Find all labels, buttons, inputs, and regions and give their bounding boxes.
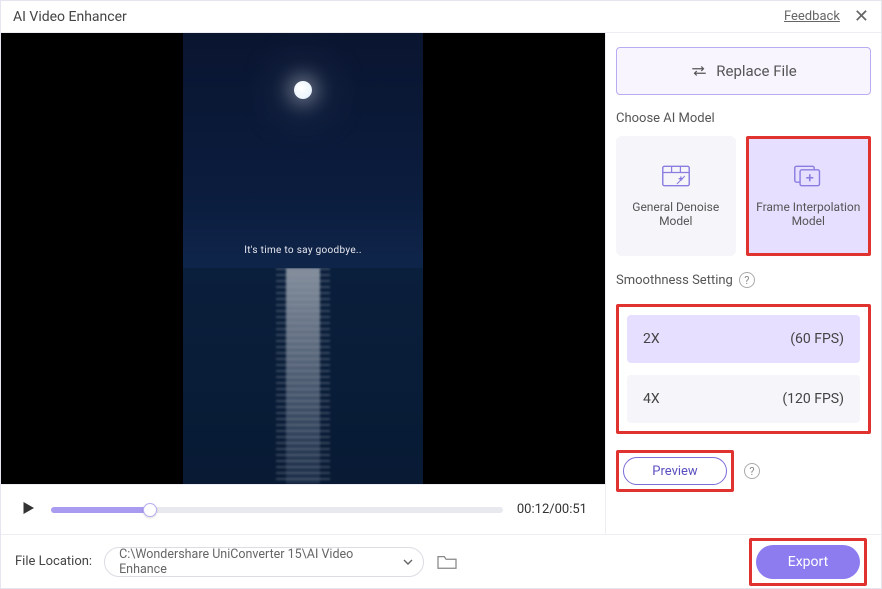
moon-graphic [294,81,312,99]
fps-value: (120 FPS) [782,391,844,407]
preview-highlight: Preview [616,450,734,492]
smoothness-options: 2X (60 FPS) 4X (120 FPS) [616,304,871,434]
playback-controls: 00:12/00:51 [1,484,605,534]
progress-slider[interactable] [51,507,503,513]
model-label: General Denoise Model [622,200,730,228]
replace-file-label: Replace File [716,62,797,80]
video-preview[interactable]: It's time to say goodbye.. [1,33,605,484]
export-button[interactable]: Export [756,545,860,579]
folder-icon [436,553,458,571]
close-icon[interactable]: ✕ [854,8,869,26]
titlebar: AI Video Enhancer Feedback ✕ [1,1,881,33]
model-label: Frame Interpolation Model [755,200,863,228]
main-area: It's time to say goodbye.. 00:12/00:51 [1,33,881,534]
chevron-down-icon [403,557,413,567]
browse-folder-button[interactable] [436,553,458,571]
interpolation-icon [793,164,823,188]
footer: File Location: C:\Wondershare UniConvert… [1,534,881,588]
right-panel: Replace File Choose AI Model General Den… [606,33,881,534]
left-pane: It's time to say goodbye.. 00:12/00:51 [1,33,606,534]
model-general-denoise[interactable]: General Denoise Model [616,136,736,256]
play-icon[interactable] [19,499,37,521]
app-title: AI Video Enhancer [13,9,127,25]
preview-row: Preview ? [616,450,871,492]
replace-file-button[interactable]: Replace File [616,47,871,95]
fps-option-2x[interactable]: 2X (60 FPS) [627,315,860,363]
model-options: General Denoise Model Frame Interpolatio… [616,136,871,256]
feedback-link[interactable]: Feedback [784,9,840,24]
export-highlight: Export [749,538,867,586]
fps-option-4x[interactable]: 4X (120 FPS) [627,375,860,423]
file-location-dropdown[interactable]: C:\Wondershare UniConverter 15\AI Video … [104,547,424,577]
fps-value: (60 FPS) [790,331,844,347]
app-window: AI Video Enhancer Feedback ✕ It's time t… [0,0,882,589]
fps-multiplier: 4X [643,391,660,407]
fps-multiplier: 2X [643,331,660,347]
file-location-path: C:\Wondershare UniConverter 15\AI Video … [119,547,403,577]
video-caption: It's time to say goodbye.. [183,245,423,256]
video-frame: It's time to say goodbye.. [183,33,423,484]
choose-model-label: Choose AI Model [616,111,871,126]
denoise-icon [661,164,691,188]
help-icon[interactable]: ? [744,463,760,479]
smoothness-label: Smoothness Setting ? [616,272,871,288]
preview-button[interactable]: Preview [623,457,727,485]
swap-icon [690,64,708,78]
model-frame-interpolation[interactable]: Frame Interpolation Model [746,136,872,256]
time-display: 00:12/00:51 [517,502,587,517]
help-icon[interactable]: ? [739,272,755,288]
file-location-label: File Location: [15,554,92,569]
